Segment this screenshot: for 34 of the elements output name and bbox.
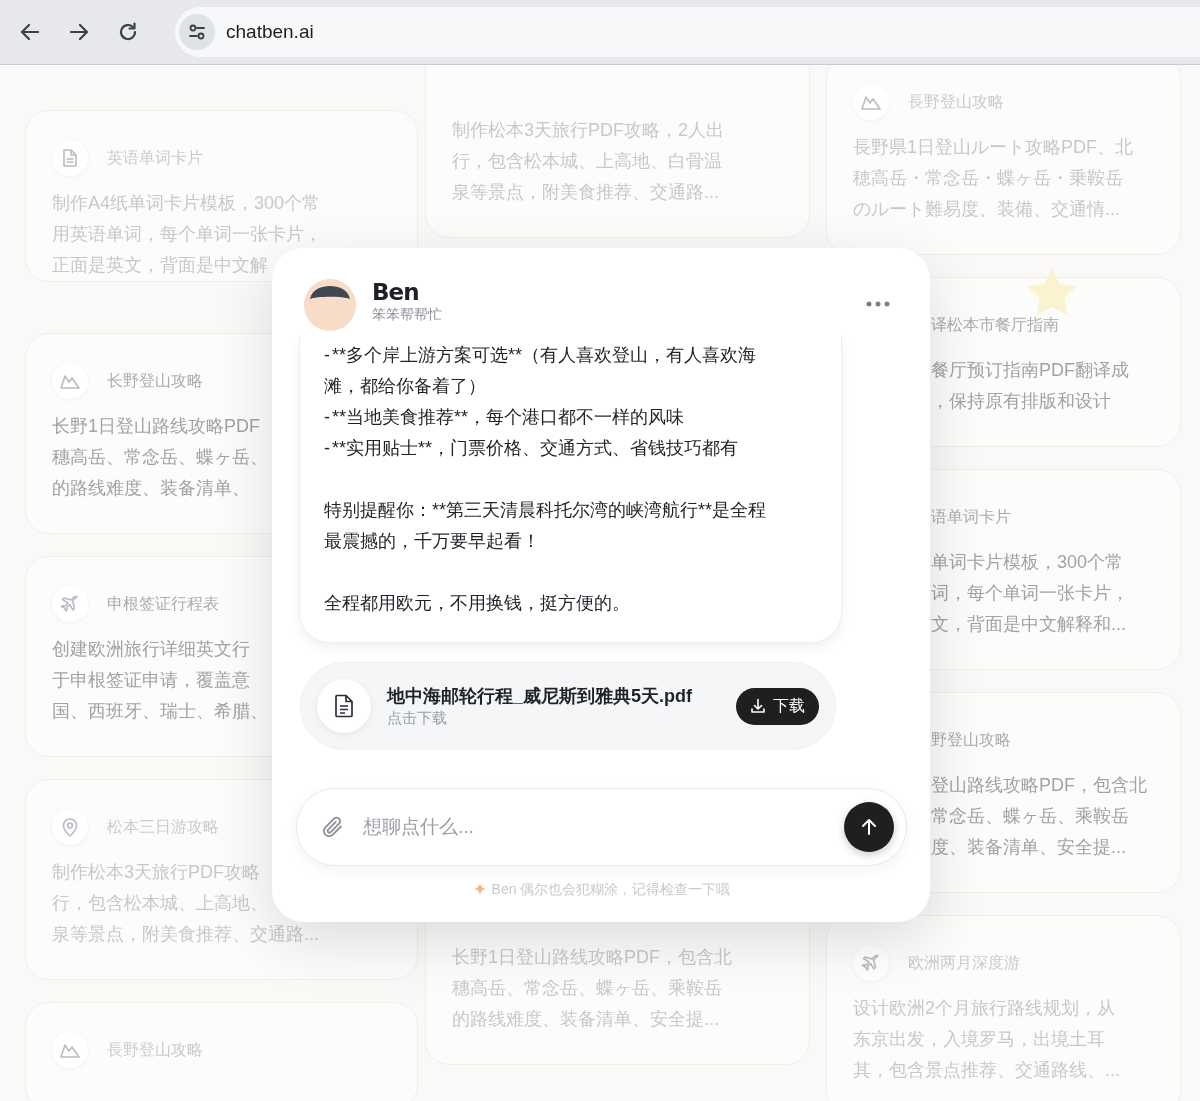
location-pin-icon bbox=[52, 809, 88, 845]
mountain-icon bbox=[853, 84, 889, 120]
plane-icon bbox=[853, 945, 889, 981]
card-description: 餐厅预订指南PDF翻译成 ，保持原有排版和设计 bbox=[931, 359, 1129, 413]
download-button[interactable]: 下载 bbox=[736, 687, 819, 725]
card-title: 野登山攻略 bbox=[931, 730, 1011, 750]
avatar-icon bbox=[304, 279, 356, 331]
card-description: 创建欧洲旅行详细英文行 于申根签证申请，覆盖意 国、西班牙、瑞士、希腊、 bbox=[52, 638, 268, 723]
mountain-icon bbox=[52, 1032, 88, 1068]
download-icon bbox=[750, 698, 766, 714]
forward-arrow-icon bbox=[68, 21, 90, 43]
card-title: 申根签证行程表 bbox=[107, 594, 219, 614]
mountain-icon bbox=[52, 363, 88, 399]
paperclip-icon[interactable] bbox=[321, 815, 345, 839]
up-arrow-icon bbox=[859, 817, 879, 837]
assistant-tagline: 笨笨帮帮忙 bbox=[372, 305, 442, 323]
address-bar[interactable]: chatben.ai bbox=[175, 7, 1200, 57]
card-title: 语单词卡片 bbox=[931, 507, 1011, 527]
reload-icon bbox=[117, 21, 139, 43]
file-attachment-card[interactable]: 地中海邮轮行程_威尼斯到雅典5天.pdf 点击下载 下载 bbox=[300, 662, 836, 750]
card-title: 译松本市餐厅指南 bbox=[931, 315, 1059, 335]
more-dots-icon bbox=[866, 300, 890, 307]
plane-icon bbox=[52, 586, 88, 622]
document-icon bbox=[317, 679, 371, 733]
card-description: 单词卡片模板，300个常 词，每个单词一张卡片， 文，背面是中文解释和... bbox=[931, 551, 1129, 636]
card-title: 长野登山攻略 bbox=[107, 371, 203, 391]
card-description: 长野1日登山路线攻略PDF 穗高岳、常念岳、蝶ヶ岳、 的路线难度、装备清单、 bbox=[52, 415, 268, 500]
document-icon bbox=[52, 140, 88, 176]
back-arrow-icon bbox=[19, 21, 41, 43]
send-button[interactable] bbox=[844, 802, 894, 852]
card-description: 登山路线攻略PDF，包含北 常念岳、蝶ヶ岳、乘鞍岳 度、装备清单、安全提... bbox=[931, 774, 1147, 859]
site-settings-icon[interactable] bbox=[179, 14, 215, 50]
url-text: chatben.ai bbox=[226, 19, 314, 44]
assistant-name: Ben bbox=[372, 279, 420, 305]
